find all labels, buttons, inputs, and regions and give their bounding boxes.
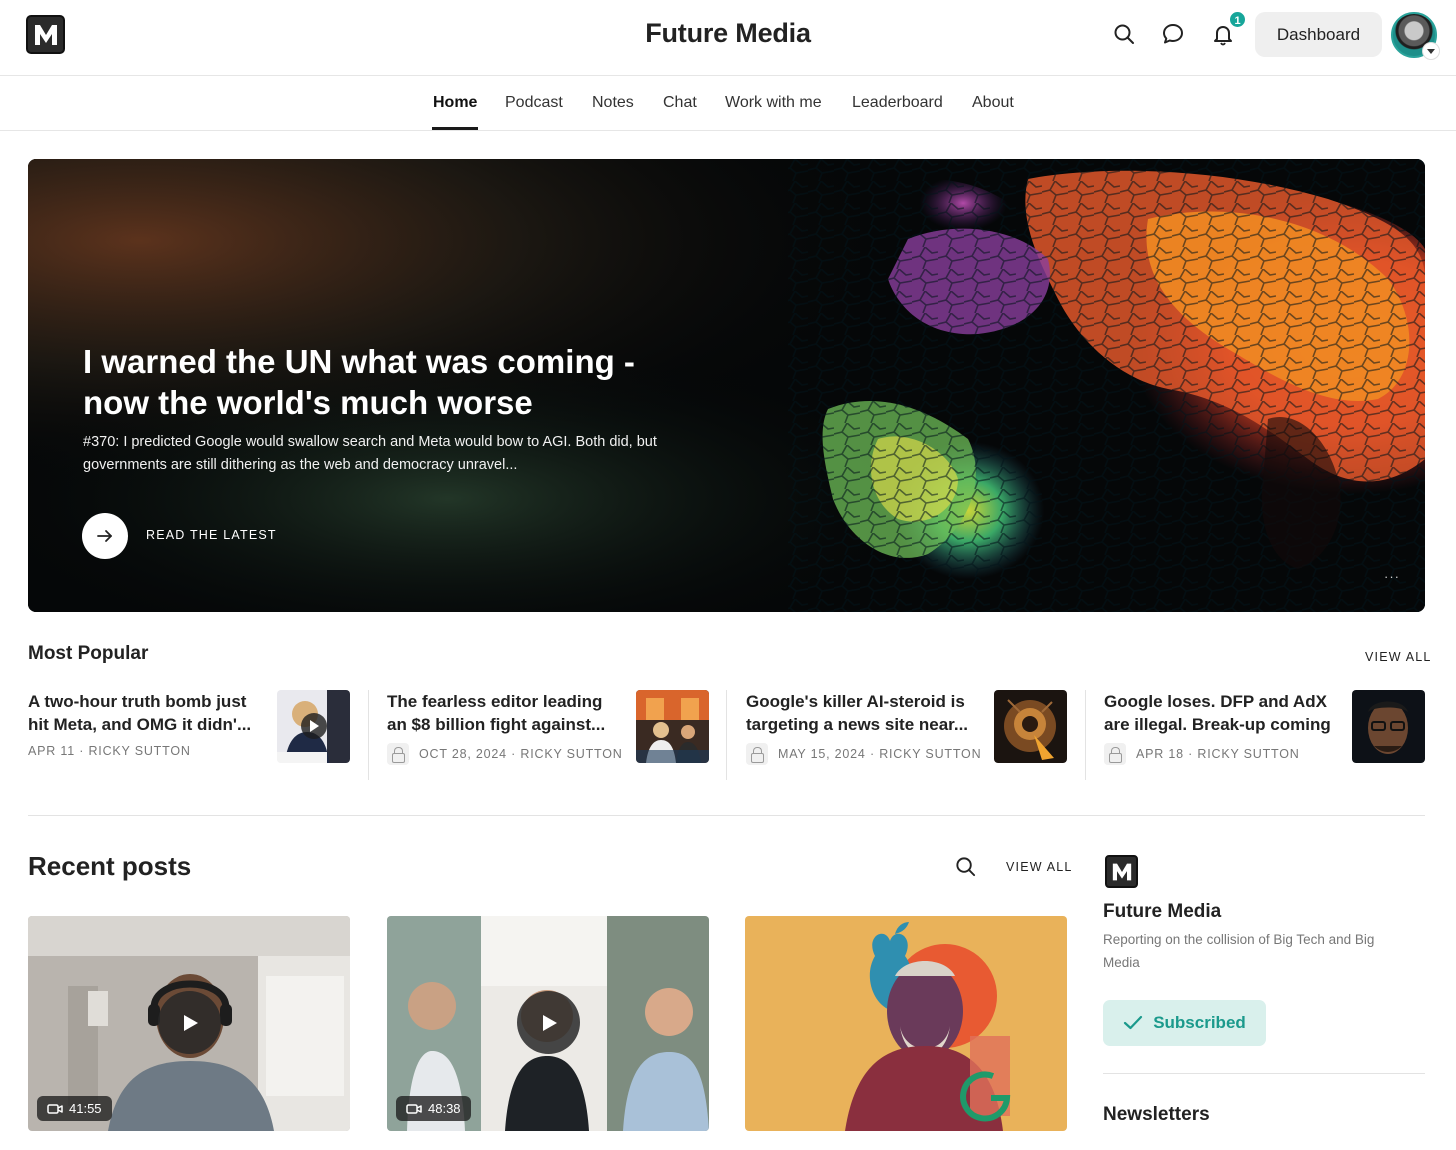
popular-post-date: APR 11 — [28, 744, 75, 758]
thumbnail-image — [277, 690, 350, 763]
popular-post-meta: APR 18 · RICKY SUTTON — [1104, 743, 1300, 765]
meta-separator: · — [74, 744, 89, 758]
nav-item-home[interactable]: Home — [433, 94, 477, 112]
check-icon — [1124, 1015, 1143, 1030]
thumbnail-image — [1352, 690, 1425, 763]
post-image — [745, 916, 1067, 1131]
popular-post-author: RICKY SUTTON — [520, 747, 623, 761]
popular-post-thumbnail[interactable] — [1352, 690, 1425, 763]
popular-post-title[interactable]: Google loses. DFP and AdX are illegal. B… — [1104, 690, 1336, 736]
video-camera-icon — [47, 1103, 63, 1114]
card-divider — [726, 690, 727, 780]
play-button[interactable] — [158, 991, 221, 1054]
most-popular-heading: Most Popular — [28, 643, 149, 664]
popular-post-thumbnail[interactable] — [636, 690, 709, 763]
search-icon[interactable] — [954, 855, 977, 878]
popular-post-thumbnail[interactable] — [994, 690, 1067, 763]
subscribed-label: Subscribed — [1153, 1013, 1246, 1032]
popular-post-date: MAY 15, 2024 — [778, 747, 866, 761]
popular-post-author: RICKY SUTTON — [879, 747, 982, 761]
popular-post-title[interactable]: A two-hour truth bomb just hit Meta, and… — [28, 690, 260, 736]
hero-banner[interactable]: I warned the UN what was coming - now th… — [28, 159, 1425, 612]
notification-badge: 1 — [1228, 10, 1247, 29]
popular-post-title[interactable]: The fearless editor leading an $8 billio… — [387, 690, 619, 736]
popular-post-date: OCT 28, 2024 — [419, 747, 507, 761]
popular-post-meta: APR 11 · RICKY SUTTON — [28, 744, 191, 758]
recent-posts-view-all[interactable]: VIEW ALL — [1006, 860, 1073, 874]
main-nav: Home Podcast Notes Chat Work with me Lea… — [0, 76, 1456, 131]
nav-item-leaderboard[interactable]: Leaderboard — [852, 94, 943, 112]
nav-item-chat[interactable]: Chat — [663, 94, 697, 112]
read-latest-label[interactable]: READ THE LATEST — [146, 528, 277, 542]
meta-separator: · — [506, 747, 521, 761]
chat-bubble-icon[interactable] — [1161, 22, 1185, 46]
hero-subtitle: #370: I predicted Google would swallow s… — [83, 434, 657, 473]
arrow-right-icon — [97, 530, 112, 542]
meta-separator: · — [865, 747, 880, 761]
play-icon — [542, 1014, 557, 1031]
popular-post-card[interactable]: The fearless editor leading an $8 billio… — [387, 690, 717, 770]
nav-item-podcast[interactable]: Podcast — [505, 94, 563, 112]
more-options-icon[interactable]: ··· — [1384, 569, 1400, 584]
top-header: Future Media 1 Dashboard — [0, 0, 1456, 76]
popular-post-card[interactable]: Google's killer AI-steroid is targeting … — [746, 690, 1076, 770]
popular-post-title[interactable]: Google's killer AI-steroid is targeting … — [746, 690, 978, 736]
meta-separator: · — [1183, 747, 1198, 761]
lock-icon — [1104, 743, 1126, 765]
recent-post-card[interactable]: 48:38 — [387, 916, 709, 1131]
card-divider — [368, 690, 369, 780]
play-icon — [183, 1014, 198, 1031]
sidebar-divider — [1103, 1073, 1425, 1074]
video-duration: 48:38 — [396, 1096, 471, 1121]
newsletters-heading: Newsletters — [1103, 1104, 1210, 1125]
lock-icon — [746, 743, 768, 765]
video-duration: 41:55 — [37, 1096, 112, 1121]
popular-post-meta: OCT 28, 2024 · RICKY SUTTON — [387, 743, 623, 765]
popular-post-card[interactable]: Google loses. DFP and AdX are illegal. B… — [1104, 690, 1434, 770]
popular-post-author: RICKY SUTTON — [88, 744, 191, 758]
recent-post-card[interactable] — [745, 916, 1067, 1131]
chevron-down-icon[interactable] — [1423, 43, 1439, 59]
hero-title[interactable]: I warned the UN what was coming - now th… — [83, 341, 703, 423]
play-button[interactable] — [517, 991, 580, 1054]
recent-posts-heading: Recent posts — [28, 851, 192, 881]
popular-post-thumbnail[interactable] — [277, 690, 350, 763]
nav-item-about[interactable]: About — [972, 94, 1014, 112]
nav-item-work-with-me[interactable]: Work with me — [725, 94, 822, 112]
video-camera-icon — [406, 1103, 422, 1114]
search-icon[interactable] — [1112, 22, 1136, 46]
subscribed-button[interactable]: Subscribed — [1103, 1000, 1266, 1046]
nav-item-notes[interactable]: Notes — [592, 94, 634, 112]
active-tab-indicator — [432, 127, 478, 130]
card-divider — [1085, 690, 1086, 780]
publication-logo[interactable] — [1105, 855, 1138, 888]
popular-post-card[interactable]: A two-hour truth bomb just hit Meta, and… — [28, 690, 358, 770]
thumbnail-image — [994, 690, 1067, 763]
duration-label: 41:55 — [69, 1101, 102, 1116]
logo-m-icon — [1112, 863, 1131, 880]
publication-name[interactable]: Future Media — [1103, 901, 1221, 923]
dashboard-button[interactable]: Dashboard — [1255, 12, 1382, 57]
popular-post-meta: MAY 15, 2024 · RICKY SUTTON — [746, 743, 981, 765]
popular-post-date: APR 18 — [1136, 747, 1184, 761]
lock-icon — [387, 743, 409, 765]
section-divider — [28, 815, 1425, 816]
thumbnail-image — [636, 690, 709, 763]
recent-post-card[interactable]: 41:55 — [28, 916, 350, 1131]
duration-label: 48:38 — [428, 1101, 461, 1116]
publication-description: Reporting on the collision of Big Tech a… — [1103, 932, 1375, 970]
read-latest-button[interactable] — [82, 513, 128, 559]
popular-post-author: RICKY SUTTON — [1197, 747, 1300, 761]
most-popular-view-all[interactable]: VIEW ALL — [1365, 650, 1432, 664]
